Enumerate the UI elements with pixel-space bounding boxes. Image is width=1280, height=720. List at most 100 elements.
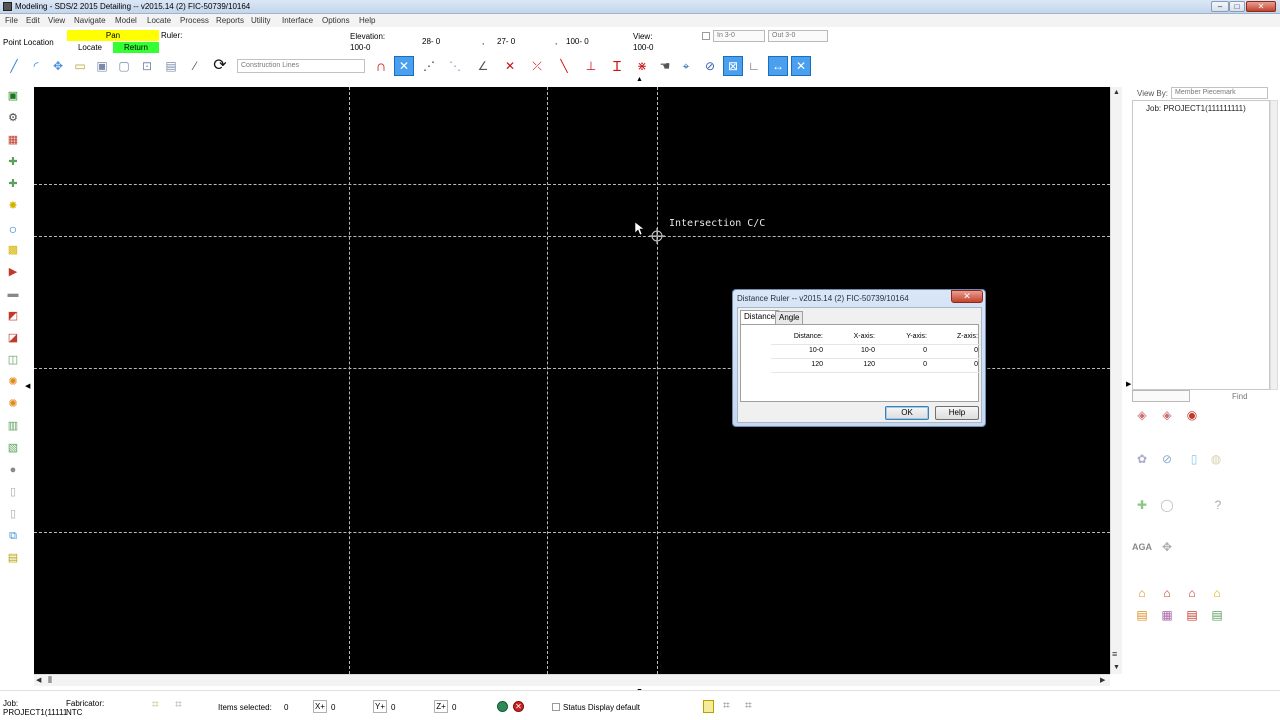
help-icon[interactable]: ? — [1208, 495, 1228, 515]
print-icon[interactable]: ▤ — [161, 56, 181, 76]
joist-icon[interactable]: ▬ — [3, 285, 23, 304]
tree-item[interactable]: Job: PROJECT1(111111111) — [1146, 104, 1246, 113]
tab-distance[interactable]: Distance — [740, 310, 780, 324]
find-input[interactable] — [1132, 390, 1190, 402]
y-offset-label[interactable]: Y+ — [373, 700, 387, 713]
frame-icon[interactable]: ▢ — [114, 56, 134, 76]
menu-locate[interactable]: Locate — [147, 16, 171, 25]
scroll-grip-icon[interactable]: ⦀ — [48, 676, 52, 685]
page-icon[interactable]: ▯ — [1184, 449, 1204, 469]
material-icon[interactable]: ◩ — [3, 307, 23, 326]
help-button[interactable]: Help — [935, 406, 979, 420]
menu-view[interactable]: View — [48, 16, 65, 25]
weld-icon[interactable]: ✺ — [3, 373, 23, 392]
gear-icon[interactable]: ⚙ — [3, 109, 23, 128]
menu-reports[interactable]: Reports — [216, 16, 244, 25]
add-grid-icon[interactable]: ▧ — [3, 439, 23, 458]
y-offset-value[interactable]: 0 — [391, 703, 395, 712]
scroll-grip-icon[interactable]: ≡ — [1112, 650, 1117, 659]
house-icon[interactable]: ⌂ — [1132, 583, 1152, 603]
select-tool-icon[interactable]: ⌗ — [175, 697, 195, 715]
globe-icon[interactable]: ◍ — [1206, 449, 1226, 469]
report-icon[interactable]: ▤ — [1207, 605, 1227, 625]
section-icon[interactable]: ⧉ — [3, 527, 23, 546]
z-offset-label[interactable]: Z+ — [434, 700, 448, 713]
menu-process[interactable]: Process — [180, 16, 209, 25]
member-add-icon[interactable]: ▦ — [3, 131, 23, 150]
report-icon[interactable]: ▦ — [1157, 605, 1177, 625]
vertical-scrollbar[interactable]: ▲ ≡ ▼ — [1110, 87, 1122, 674]
connection-icon[interactable]: ◪ — [3, 329, 23, 348]
menu-interface[interactable]: Interface — [282, 16, 313, 25]
house-icon[interactable]: ⌂ — [1207, 583, 1227, 603]
brace-icon[interactable]: ✸ — [3, 197, 23, 216]
house-icon[interactable]: ⌂ — [1182, 583, 1202, 603]
measure-icon[interactable]: ⌗ — [745, 698, 763, 716]
minimize-button[interactable]: – — [1211, 1, 1229, 12]
construct-tool-icon[interactable]: ⁄ — [185, 56, 205, 76]
member-snap-icon[interactable]: Ɪ — [607, 56, 627, 76]
maximize-button[interactable]: □ — [1229, 1, 1245, 12]
scroll-right-icon[interactable]: ▶ — [1100, 677, 1105, 684]
select-tool-icon[interactable]: ⌗ — [152, 697, 172, 715]
plate-icon[interactable]: ▩ — [3, 241, 23, 260]
intersection-snap-icon[interactable]: ✕ — [394, 56, 414, 76]
hole-icon[interactable]: ✺ — [3, 395, 23, 414]
hand-tool-icon[interactable]: ☚ — [655, 56, 675, 76]
menu-options[interactable]: Options — [322, 16, 350, 25]
x-offset-value[interactable]: 0 — [331, 703, 335, 712]
distance-ruler-icon[interactable]: ⊠ — [723, 56, 743, 76]
out-field[interactable]: Out 3-0 — [768, 30, 828, 42]
menu-file[interactable]: File — [5, 16, 18, 25]
dimension-icon[interactable]: ↔ — [768, 56, 788, 76]
monitor-icon[interactable]: ▣ — [3, 87, 23, 106]
menu-navigate[interactable]: Navigate — [74, 16, 106, 25]
report-icon[interactable]: ▤ — [1132, 605, 1152, 625]
move-tool-icon[interactable]: ✥ — [48, 56, 68, 76]
dialog-close-button[interactable]: ✕ — [951, 290, 983, 303]
view-by-dropdown[interactable]: Member Piecemark — [1171, 87, 1268, 99]
model-tool-icon[interactable]: ◈ — [1132, 405, 1152, 425]
snap-grid-icon[interactable]: ⋱ — [445, 56, 465, 76]
offset-snap-icon[interactable]: ⤫ — [527, 56, 547, 76]
perpendicular-snap-icon[interactable]: ⊥ — [581, 56, 601, 76]
scroll-up-icon[interactable]: ▲ — [1113, 89, 1120, 96]
measure-icon[interactable]: ⌗ — [723, 698, 741, 716]
status-display-value[interactable]: default — [616, 703, 640, 712]
magnet-icon[interactable]: ∩ — [371, 56, 391, 76]
save-icon[interactable]: ▣ — [92, 56, 112, 76]
house-icon[interactable]: ⌂ — [1157, 583, 1177, 603]
model-tool-icon[interactable]: ◈ — [1157, 405, 1177, 425]
locate-indicator[interactable]: Locate — [67, 42, 113, 53]
menu-model[interactable]: Model — [115, 16, 137, 25]
model-tool-icon[interactable]: ◉ — [1182, 405, 1202, 425]
in-field[interactable]: In 3-0 — [713, 30, 765, 42]
angle-snap-icon[interactable]: ∠ — [473, 56, 493, 76]
pan-indicator[interactable]: Pan — [67, 30, 159, 41]
cross-snap-icon[interactable]: ✕ — [500, 56, 520, 76]
add-comment-icon[interactable]: ✚ — [1132, 495, 1152, 515]
construction-lines-dropdown[interactable]: Construction Lines — [237, 59, 365, 73]
scroll-down-icon[interactable]: ▼ — [1113, 664, 1120, 671]
cancel-icon[interactable]: ✕ — [513, 701, 524, 712]
tree-scrollbar[interactable] — [1270, 100, 1278, 390]
expand-arrow-icon[interactable]: ▲ — [636, 76, 643, 83]
in-checkbox[interactable] — [702, 32, 710, 40]
note-icon[interactable] — [703, 700, 714, 713]
report-icon[interactable]: ▤ — [1182, 605, 1202, 625]
bolt-icon[interactable]: ◫ — [3, 351, 23, 370]
find-button[interactable]: Find — [1232, 392, 1248, 401]
tool-icon[interactable]: ✿ — [1132, 449, 1152, 469]
accept-icon[interactable] — [497, 701, 508, 712]
comment-icon[interactable]: ◯ — [1157, 495, 1177, 515]
point-target-icon[interactable]: ⌖ — [676, 56, 696, 76]
x-offset-label[interactable]: X+ — [313, 700, 327, 713]
close-button[interactable]: ✕ — [1246, 1, 1276, 12]
dot-icon[interactable]: ● — [3, 461, 23, 480]
beam-icon[interactable]: ✚ — [3, 153, 23, 172]
line-snap-icon[interactable]: ╲ — [554, 56, 574, 76]
ghost-icon[interactable]: ▯ — [3, 505, 23, 524]
angle-icon[interactable]: ∟ — [744, 56, 764, 76]
return-indicator[interactable]: Return — [113, 42, 159, 53]
panel-toggle-icon[interactable]: ▶ — [1126, 381, 1131, 388]
